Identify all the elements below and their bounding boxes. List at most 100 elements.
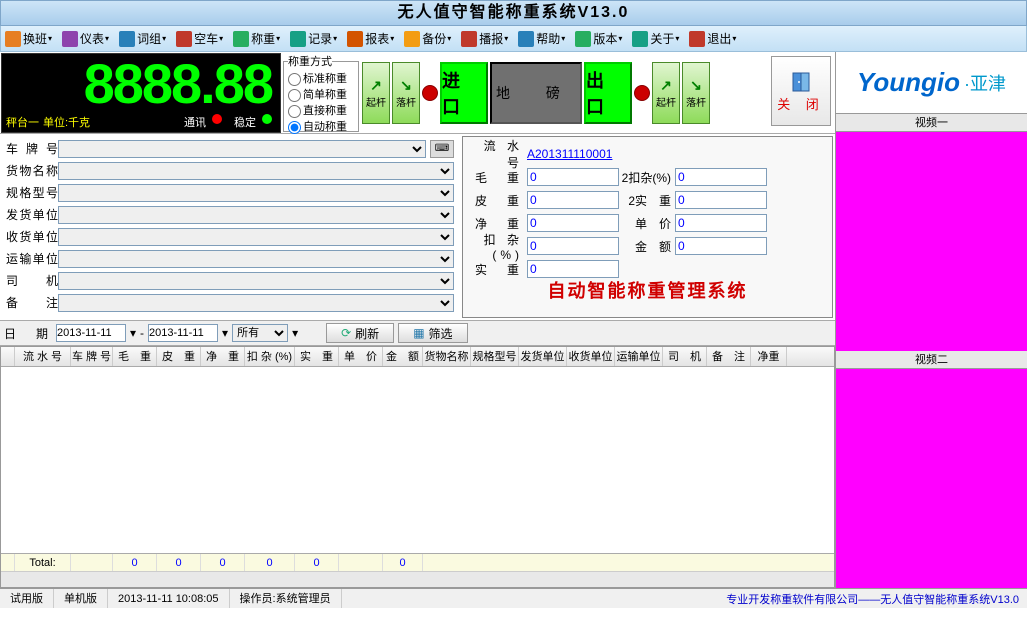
total-5: 0	[383, 554, 423, 571]
toolbar-记录[interactable]: 记录▾	[290, 30, 337, 47]
form-select-7[interactable]	[58, 294, 454, 312]
sift-button[interactable]: ▦筛选	[398, 323, 467, 343]
door-icon	[789, 70, 813, 94]
total-0: 0	[113, 554, 157, 571]
toolbar-词组[interactable]: 词组▾	[119, 30, 166, 47]
form-select-0[interactable]	[58, 140, 426, 158]
form-label-4: 收货单位	[6, 228, 58, 245]
toolbar-空车[interactable]: 空车▾	[176, 30, 223, 47]
date-to-input[interactable]	[148, 324, 218, 342]
grid-col-8[interactable]: 单 价	[339, 347, 383, 366]
total-4: 0	[295, 554, 339, 571]
mode-option-3[interactable]: 自动称重	[288, 119, 354, 135]
w-label-2a: 净 重	[471, 215, 527, 232]
form-label-0: 车 牌 号	[6, 140, 58, 157]
form-select-1[interactable]	[58, 162, 454, 180]
grid-col-4[interactable]: 皮 重	[157, 347, 201, 366]
weight-form: 流 水 号 A201311110001 毛 重2扣杂(%)皮 重2实 重净 重单…	[462, 136, 833, 318]
grid-body[interactable]	[1, 367, 834, 553]
form-select-4[interactable]	[58, 228, 454, 246]
close-button[interactable]: 关 闭	[771, 56, 831, 126]
grid-col-16[interactable]: 备 注	[707, 347, 751, 366]
totals-label: Total:	[15, 554, 71, 571]
toolbar-icon	[290, 31, 306, 47]
video1-box	[836, 132, 1027, 351]
form-label-7: 备 注	[6, 294, 58, 311]
form-label-1: 货物名称	[6, 162, 58, 179]
toolbar-称重[interactable]: 称重▾	[233, 30, 280, 47]
records-grid: 流 水 号车 牌 号毛 重皮 重净 重扣 杂 (%)实 重单 价金 额货物名称规…	[0, 346, 835, 588]
toolbar-关于[interactable]: 关于▾	[632, 30, 679, 47]
w-label-0a: 毛 重	[471, 169, 527, 186]
toolbar-播报[interactable]: 播报▾	[461, 30, 508, 47]
comm-led	[212, 114, 222, 124]
form-select-6[interactable]	[58, 272, 454, 290]
toolbar-版本[interactable]: 版本▾	[575, 30, 622, 47]
grid-col-6[interactable]: 扣 杂 (%)	[245, 347, 295, 366]
mode-option-0[interactable]: 标准称重	[288, 71, 354, 87]
entrance-button[interactable]: 进 口	[440, 62, 488, 124]
scale-name: 秤台一	[6, 114, 39, 130]
w-input-0a[interactable]	[527, 168, 619, 186]
mode-option-2[interactable]: 直接称重	[288, 103, 354, 119]
main-toolbar: 换班▾ 仪表▾ 词组▾ 空车▾ 称重▾ 记录▾ 报表▾ 备份▾ 播报▾ 帮助▾ 版本▾ 关于▾ 退出▾	[0, 26, 1027, 52]
mode-option-1[interactable]: 简单称重	[288, 87, 354, 103]
toolbar-仪表[interactable]: 仪表▾	[62, 30, 109, 47]
w-label-3a: 扣 杂(%)	[471, 231, 527, 262]
logo: Youngio·亚津	[836, 52, 1027, 114]
grid-col-5[interactable]: 净 重	[201, 347, 245, 366]
toolbar-退出[interactable]: 退出▾	[689, 30, 736, 47]
system-name: 自动智能称重管理系统	[463, 277, 832, 303]
status-operator: 操作员:系统管理员	[230, 589, 342, 608]
refresh-button[interactable]: ⟳刷新	[326, 323, 394, 343]
serial-link[interactable]: A201311110001	[527, 147, 612, 161]
grid-scrollbar[interactable]	[1, 571, 834, 587]
grid-col-7[interactable]: 实 重	[295, 347, 339, 366]
form-select-3[interactable]	[58, 206, 454, 224]
grid-col-1[interactable]: 流 水 号	[15, 347, 71, 366]
toolbar-icon	[518, 31, 534, 47]
w-input-2b[interactable]	[675, 214, 767, 232]
total-3: 0	[245, 554, 295, 571]
date-from-input[interactable]	[56, 324, 126, 342]
grid-col-0[interactable]	[1, 347, 15, 366]
status-time: 2013-11-11 10:08:05	[108, 589, 230, 608]
filter-all-select[interactable]: 所有	[232, 324, 288, 342]
grid-col-15[interactable]: 司 机	[663, 347, 707, 366]
grid-col-10[interactable]: 货物名称	[423, 347, 471, 366]
grid-col-11[interactable]: 规格型号	[471, 347, 519, 366]
grid-col-2[interactable]: 车 牌 号	[71, 347, 113, 366]
w-input-4a[interactable]	[527, 260, 619, 278]
form-select-2[interactable]	[58, 184, 454, 202]
exit-button[interactable]: 出 口	[584, 62, 632, 124]
w-input-3a[interactable]	[527, 237, 619, 255]
toolbar-帮助[interactable]: 帮助▾	[518, 30, 565, 47]
out-down-button[interactable]: ↘落杆	[682, 62, 710, 124]
status-company: 专业开发称重软件有限公司——无人值守智能称重系统V13.0	[726, 591, 1027, 607]
form-label-6: 司 机	[6, 272, 58, 289]
w-input-2a[interactable]	[527, 214, 619, 232]
toolbar-换班[interactable]: 换班▾	[5, 30, 52, 47]
w-input-3b[interactable]	[675, 237, 767, 255]
grid-col-13[interactable]: 收货单位	[567, 347, 615, 366]
weight-display: 8888.88 秤台一 单位:千克 通讯 稳定	[1, 53, 281, 133]
toolbar-报表[interactable]: 报表▾	[347, 30, 394, 47]
in-down-button[interactable]: ↘落杆	[392, 62, 420, 124]
in-up-button[interactable]: ↗起杆	[362, 62, 390, 124]
status-trial: 试用版	[0, 589, 54, 608]
grid-col-17[interactable]: 净重	[751, 347, 787, 366]
grid-col-12[interactable]: 发货单位	[519, 347, 567, 366]
form-label-2: 规格型号	[6, 184, 58, 201]
w-label-1a: 皮 重	[471, 192, 527, 209]
keyboard-icon[interactable]: ⌨	[430, 140, 454, 158]
out-up-button[interactable]: ↗起杆	[652, 62, 680, 124]
grid-col-14[interactable]: 运输单位	[615, 347, 663, 366]
w-input-0b[interactable]	[675, 168, 767, 186]
grid-col-3[interactable]: 毛 重	[113, 347, 157, 366]
toolbar-备份[interactable]: 备份▾	[404, 30, 451, 47]
w-input-1a[interactable]	[527, 191, 619, 209]
grid-col-9[interactable]: 金 额	[383, 347, 423, 366]
w-input-1b[interactable]	[675, 191, 767, 209]
form-label-3: 发货单位	[6, 206, 58, 223]
form-select-5[interactable]	[58, 250, 454, 268]
